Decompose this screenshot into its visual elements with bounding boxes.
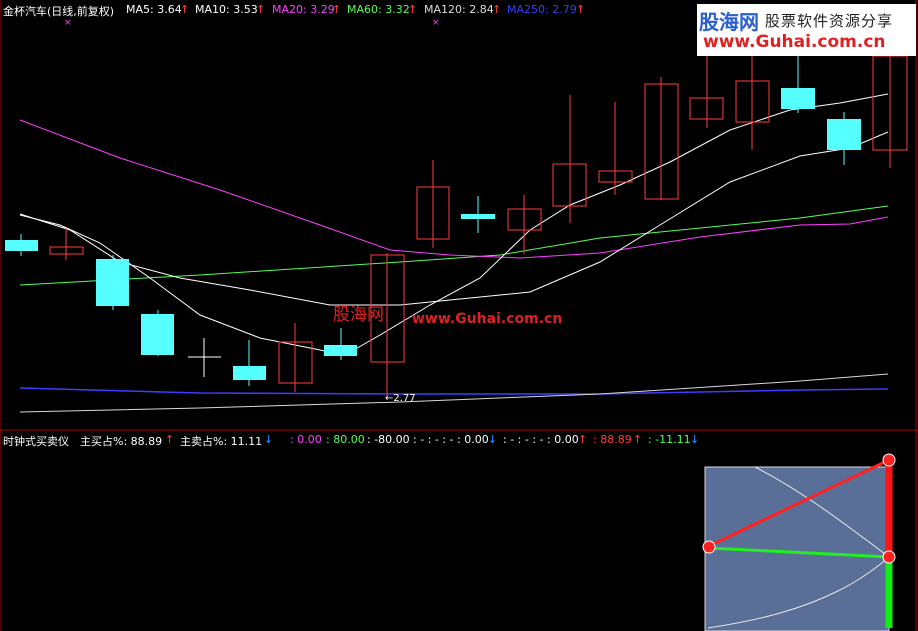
ma10-label: MA10: 3.53 [195,3,258,16]
site-logo: 股海网 股票软件资源分享 www.Guhai.com.cn [697,4,916,56]
v7-down-icon: ↓ [690,433,700,446]
ma20-up-icon: ↑ [332,3,342,16]
candle-doji [188,338,221,377]
ma120-label: MA120: 2.84 [424,3,494,16]
ma60-line [19,205,889,286]
ma5-up-icon: ↑ [180,3,190,16]
value-1: : 0.00 [290,433,322,446]
watermark-cn: 股海网 [333,305,384,325]
value-6: : 88.89 [593,433,632,446]
ma60-up-icon: ↑ [408,3,418,16]
ma120-up-icon: ↑ [492,3,502,16]
buy-up-icon: ↑ [165,433,175,446]
ma10-up-icon: ↑ [256,3,266,16]
value-2: : 80.00 [326,433,365,446]
logo-url: www.Guhai.com.cn [703,32,886,52]
v4-down-icon: ↓ [488,433,498,446]
value-7: : -11.11 [648,433,691,446]
ma20-label: MA20: 3.29 [272,3,335,16]
ma20-line [19,119,889,259]
sell-ratio-label: 主卖占%: 11.11 [180,435,263,448]
logo-slogan: 股票软件资源分享 [765,12,894,30]
ma10-line [19,131,889,306]
mark-x1: × [64,18,72,28]
ma5-label: MA5: 3.64 [126,3,182,16]
ma120-line [19,373,889,413]
mark-x2: × [432,18,440,28]
v6-up-icon: ↑ [633,433,643,446]
v5-up-icon: ↑ [578,433,588,446]
low-price-label: ←2.77 [385,393,416,404]
ma250-label: MA250: 2.79 [507,3,577,16]
value-5: : - : - : - : 0.00 [503,433,579,446]
buy-ratio-label: 主买占%: 88.89 [80,435,163,448]
sell-down-icon: ↓ [264,433,274,446]
ma250-up-icon: ↑ [576,3,586,16]
clock-indicator [702,453,896,631]
ma250-line [19,387,889,395]
stock-title: 金杯汽车(日线,前复权) [3,5,115,18]
watermark-url: www.Guhai.com.cn [412,311,563,327]
value-3: : -80.00 [367,433,410,446]
logo-text: 股海网 [699,10,759,34]
ma60-label: MA60: 3.32 [347,3,410,16]
indicator-title: 时钟式买卖仪 [3,435,69,448]
value-4: : - : - : - : 0.00 [413,433,489,446]
